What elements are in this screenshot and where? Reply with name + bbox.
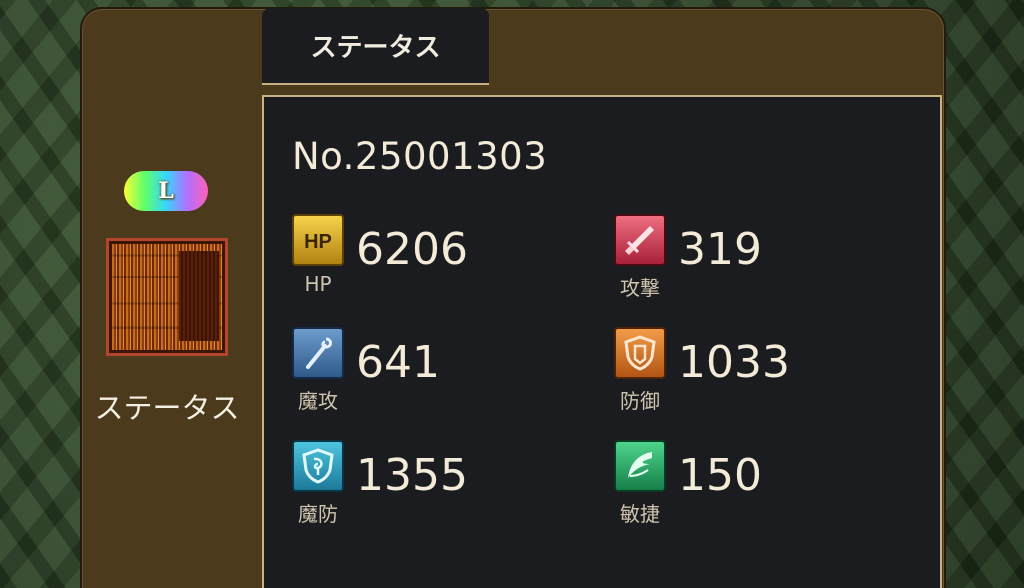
stat-value: 1033	[678, 337, 790, 388]
stat-value: 1355	[356, 450, 468, 501]
item-number: No.25001303	[292, 135, 548, 178]
staff-icon	[292, 327, 344, 379]
item-name: ステータス	[94, 391, 240, 425]
stat-defense: 防御 1033	[614, 327, 894, 417]
rarity-letter: L	[158, 178, 174, 204]
magic-shield-icon	[292, 440, 344, 492]
hp-icon: HP	[292, 214, 344, 266]
status-content: No.25001303 HP HP 6206 攻撃 319 魔攻 641 防御 …	[262, 95, 942, 588]
stat-attack: 攻撃 319	[614, 214, 894, 304]
stat-value: 150	[678, 450, 762, 501]
stat-value: 6206	[356, 224, 468, 275]
rarity-badge: L	[124, 171, 208, 211]
shield-icon	[614, 327, 666, 379]
stat-agility: 敏捷 150	[614, 440, 894, 530]
stat-value: 641	[356, 337, 440, 388]
item-image-shade	[179, 251, 219, 341]
item-thumbnail[interactable]	[106, 238, 228, 356]
sword-icon	[614, 214, 666, 266]
stat-hp: HP HP 6206	[292, 214, 572, 304]
stat-label: 防御	[620, 389, 660, 413]
stat-label: 魔防	[298, 502, 338, 526]
item-sidebar: L ステータス	[82, 7, 260, 588]
wing-icon	[614, 440, 666, 492]
stat-magic-defense: 魔防 1355	[292, 440, 572, 530]
tab-status[interactable]: ステータス	[262, 8, 489, 85]
stat-label: 魔攻	[298, 389, 338, 413]
stat-label: HP	[304, 272, 332, 296]
stat-label: 敏捷	[620, 502, 660, 526]
stat-label: 攻撃	[620, 276, 660, 300]
stat-value: 319	[678, 224, 762, 275]
svg-text:HP: HP	[304, 231, 332, 253]
stat-magic-attack: 魔攻 641	[292, 327, 572, 417]
